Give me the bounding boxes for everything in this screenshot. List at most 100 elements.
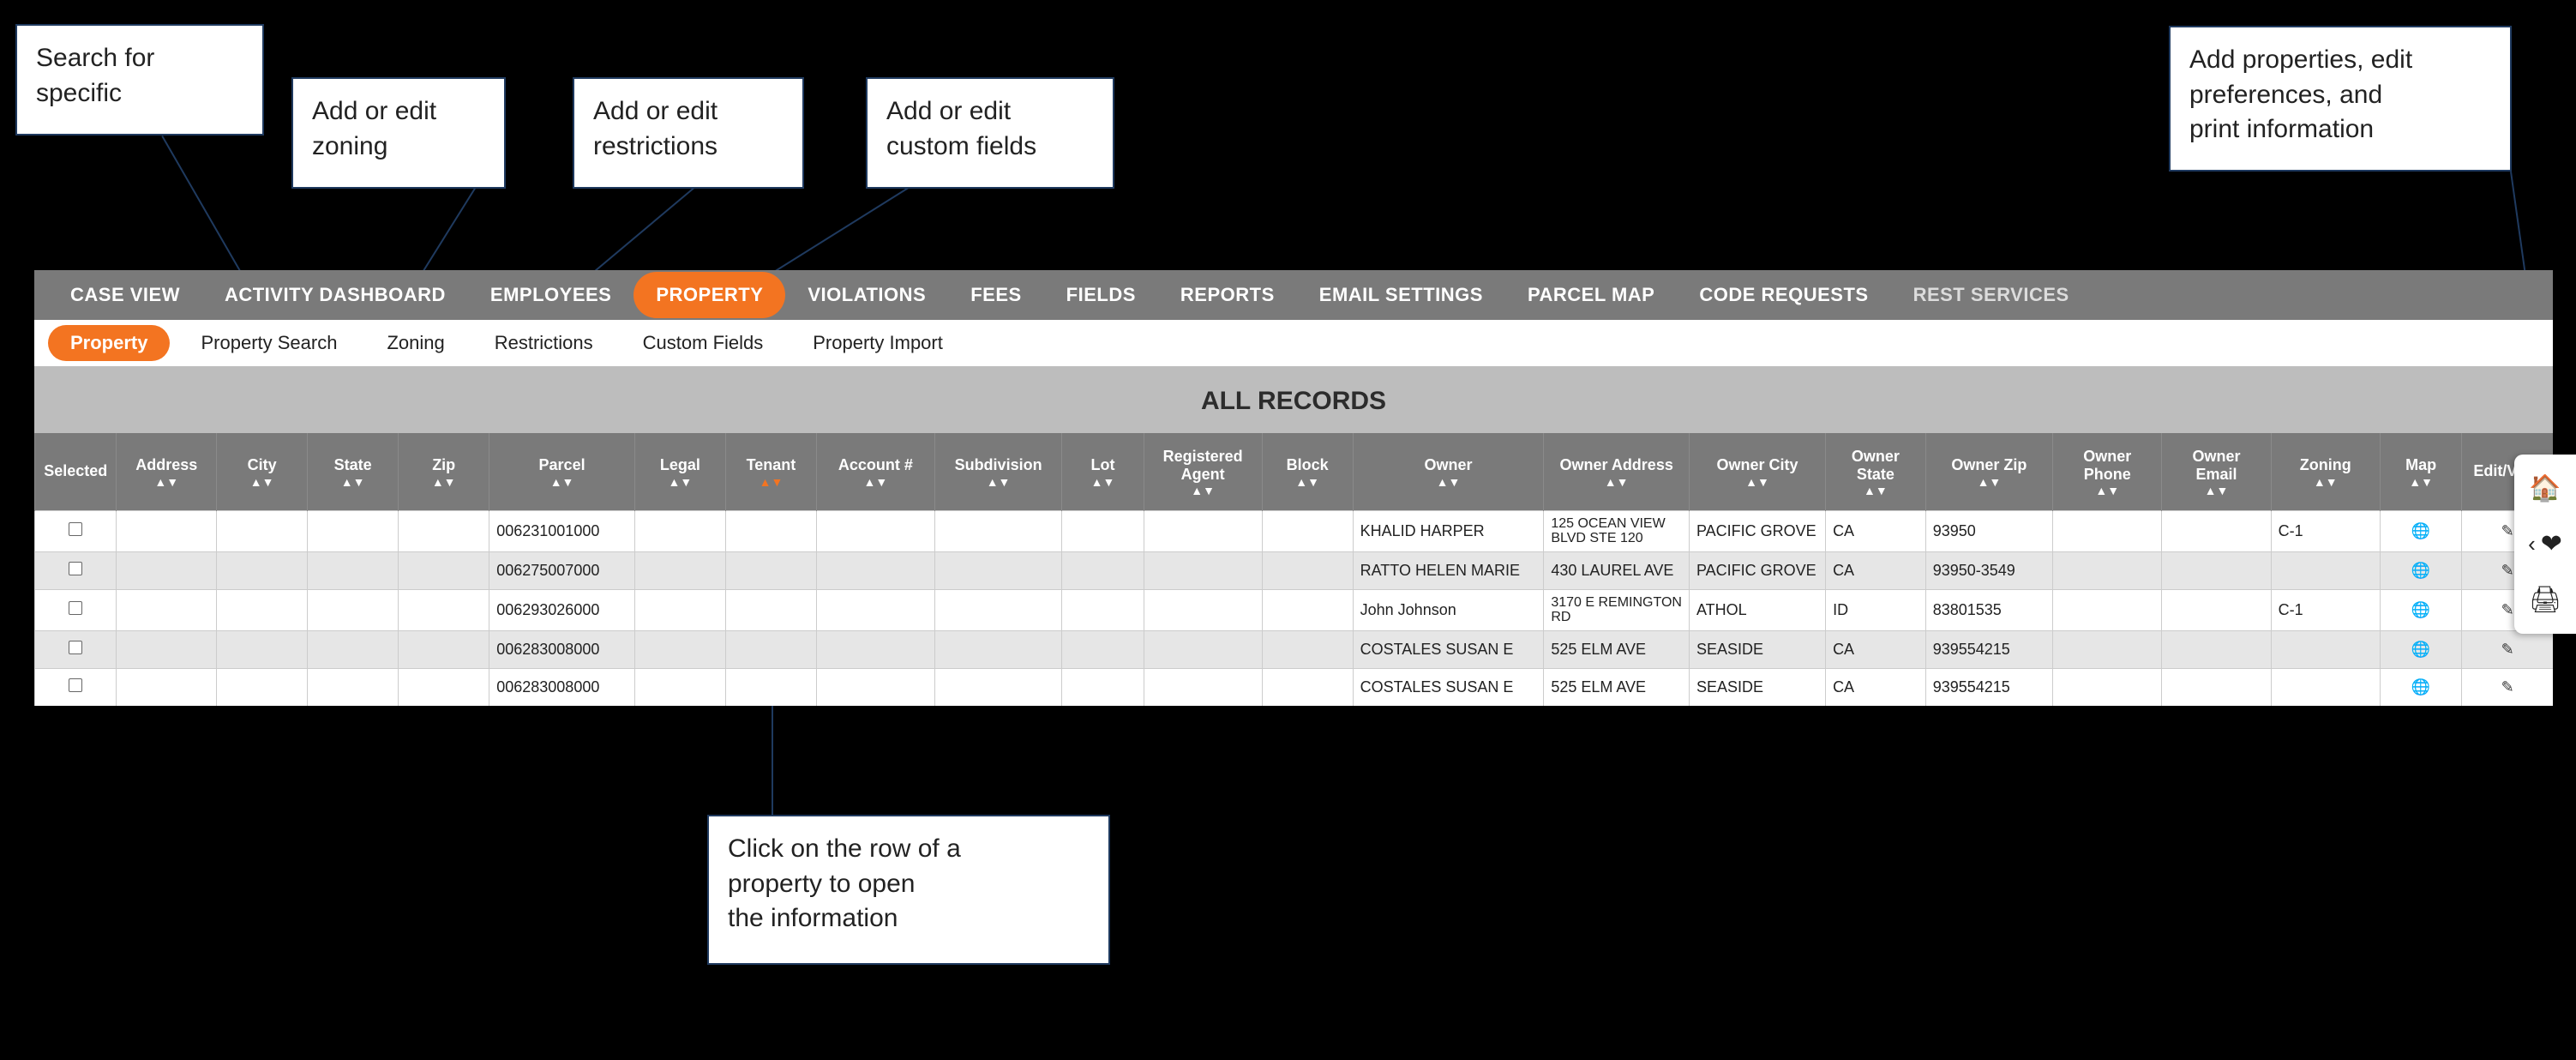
nav-violations[interactable]: VIOLATIONS [785,272,948,318]
col-label: Map [2405,456,2436,473]
favorites-row: ‹ ❤ [2528,529,2562,559]
sort-icon: ▲▼ [495,478,629,486]
sort-icon: ▲▼ [940,478,1056,486]
sort-icon: ▲▼ [1359,478,1539,486]
cell-owner-state: CA [1826,630,1926,668]
col-registered-agent[interactable]: Registered Agent▲▼ [1144,433,1262,510]
cell-parcel: 006231001000 [489,510,635,551]
chevron-left-icon[interactable]: ‹ [2528,531,2536,557]
col-block[interactable]: Block▲▼ [1262,433,1353,510]
globe-icon[interactable]: 🌐 [2411,562,2430,580]
cell-zoning [2271,630,2380,668]
col-lot[interactable]: Lot▲▼ [1062,433,1144,510]
nav-code-requests[interactable]: CODE REQUESTS [1677,272,1890,318]
records-table: Selected Address▲▼ City▲▼ State▲▼ Zip▲▼ … [34,433,2553,706]
sort-icon: ▲▼ [1067,478,1138,486]
nav-property[interactable]: PROPERTY [633,272,785,318]
col-owner-zip[interactable]: Owner Zip▲▼ [1925,433,2052,510]
col-selected[interactable]: Selected [35,433,117,510]
col-owner-phone[interactable]: Owner Phone▲▼ [2053,433,2162,510]
sort-icon: ▲▼ [222,478,302,486]
row-checkbox[interactable] [69,641,82,654]
cell-owner-address: 430 LAUREL AVE [1544,551,1690,589]
cell-owner: KHALID HARPER [1353,510,1544,551]
col-label: Owner Zip [1951,456,2027,473]
col-owner-city[interactable]: Owner City▲▼ [1690,433,1826,510]
pencil-icon[interactable]: ✎ [2501,522,2514,539]
col-account[interactable]: Account #▲▼ [816,433,934,510]
col-label: Selected [44,462,107,479]
cell-owner-zip: 93950 [1925,510,2052,551]
subnav-property-import[interactable]: Property Import [794,325,962,361]
table-row[interactable]: 006231001000 KHALID HARPER 125 OCEAN VIE… [35,510,2554,551]
cell-owner: RATTO HELEN MARIE [1353,551,1544,589]
nav-reports[interactable]: REPORTS [1158,272,1297,318]
col-label: Account # [838,456,913,473]
cell-owner-city: PACIFIC GROVE [1690,510,1826,551]
nav-rest-services[interactable]: REST SERVICES [1891,272,2092,318]
col-owner[interactable]: Owner▲▼ [1353,433,1544,510]
col-owner-email[interactable]: Owner Email▲▼ [2162,433,2271,510]
table-row[interactable]: 006275007000 RATTO HELEN MARIE 430 LAURE… [35,551,2554,589]
nav-email-settings[interactable]: EMAIL SETTINGS [1297,272,1505,318]
col-label: Owner Address [1559,456,1672,473]
heart-icon[interactable]: ❤ [2541,529,2562,559]
cell-owner-zip: 83801535 [1925,589,2052,630]
subnav-custom-fields[interactable]: Custom Fields [624,325,783,361]
cell-zoning: C-1 [2271,510,2380,551]
print-icon[interactable]: 🖨 [2529,585,2561,615]
sort-icon: ▲▼ [404,478,483,486]
col-zoning[interactable]: Zoning▲▼ [2271,433,2380,510]
row-checkbox[interactable] [69,678,82,692]
pencil-icon[interactable]: ✎ [2501,641,2514,658]
cell-owner: COSTALES SUSAN E [1353,668,1544,706]
subnav-property[interactable]: Property [48,325,170,361]
col-tenant[interactable]: Tenant▲▼ [725,433,816,510]
row-checkbox[interactable] [69,601,82,615]
row-checkbox[interactable] [69,562,82,575]
globe-icon[interactable]: 🌐 [2411,601,2430,619]
col-subdivision[interactable]: Subdivision▲▼ [934,433,1061,510]
col-map[interactable]: Map▲▼ [2380,433,2461,510]
table-row[interactable]: 006283008000 COSTALES SUSAN E 525 ELM AV… [35,668,2554,706]
cell-owner: COSTALES SUSAN E [1353,630,1544,668]
pencil-icon[interactable]: ✎ [2501,562,2514,579]
col-address[interactable]: Address▲▼ [117,433,217,510]
col-label: City [248,456,277,473]
col-state[interactable]: State▲▼ [308,433,399,510]
row-checkbox[interactable] [69,522,82,536]
subnav-property-search[interactable]: Property Search [182,325,356,361]
pencil-icon[interactable]: ✎ [2501,678,2514,696]
cell-owner-address: 525 ELM AVE [1544,630,1690,668]
subnav-zoning[interactable]: Zoning [368,325,463,361]
col-owner-address[interactable]: Owner Address▲▼ [1544,433,1690,510]
home-icon[interactable]: 🏠 [2529,473,2561,503]
col-parcel[interactable]: Parcel▲▼ [489,433,635,510]
col-owner-state[interactable]: Owner State▲▼ [1826,433,1926,510]
col-zip[interactable]: Zip ▲▼ [399,433,489,510]
table-row[interactable]: 006293026000 John Johnson 3170 E REMINGT… [35,589,2554,630]
globe-icon[interactable]: 🌐 [2411,522,2430,540]
cell-owner-city: PACIFIC GROVE [1690,551,1826,589]
col-label: Block [1287,456,1329,473]
col-legal[interactable]: Legal▲▼ [634,433,725,510]
subnav-restrictions[interactable]: Restrictions [476,325,612,361]
nav-fees[interactable]: FEES [948,272,1043,318]
nav-fields[interactable]: FIELDS [1044,272,1158,318]
nav-activity-dashboard[interactable]: ACTIVITY DASHBOARD [202,272,468,318]
globe-icon[interactable]: 🌐 [2411,678,2430,696]
cell-owner: John Johnson [1353,589,1544,630]
table-row[interactable]: 006283008000 COSTALES SUSAN E 525 ELM AV… [35,630,2554,668]
nav-parcel-map[interactable]: PARCEL MAP [1505,272,1677,318]
nav-case-view[interactable]: CASE VIEW [48,272,202,318]
col-city[interactable]: City ▲▼ [217,433,308,510]
callout-text: Add or edit zoning [312,97,436,160]
page-title: ALL RECORDS [34,366,2553,433]
nav-employees[interactable]: EMPLOYEES [468,272,633,318]
pencil-icon[interactable]: ✎ [2501,601,2514,618]
col-label: Address [135,456,197,473]
callout-text: Add or edit custom fields [886,97,1036,160]
col-label: Zip [432,456,455,473]
cell-parcel: 006275007000 [489,551,635,589]
globe-icon[interactable]: 🌐 [2411,641,2430,659]
